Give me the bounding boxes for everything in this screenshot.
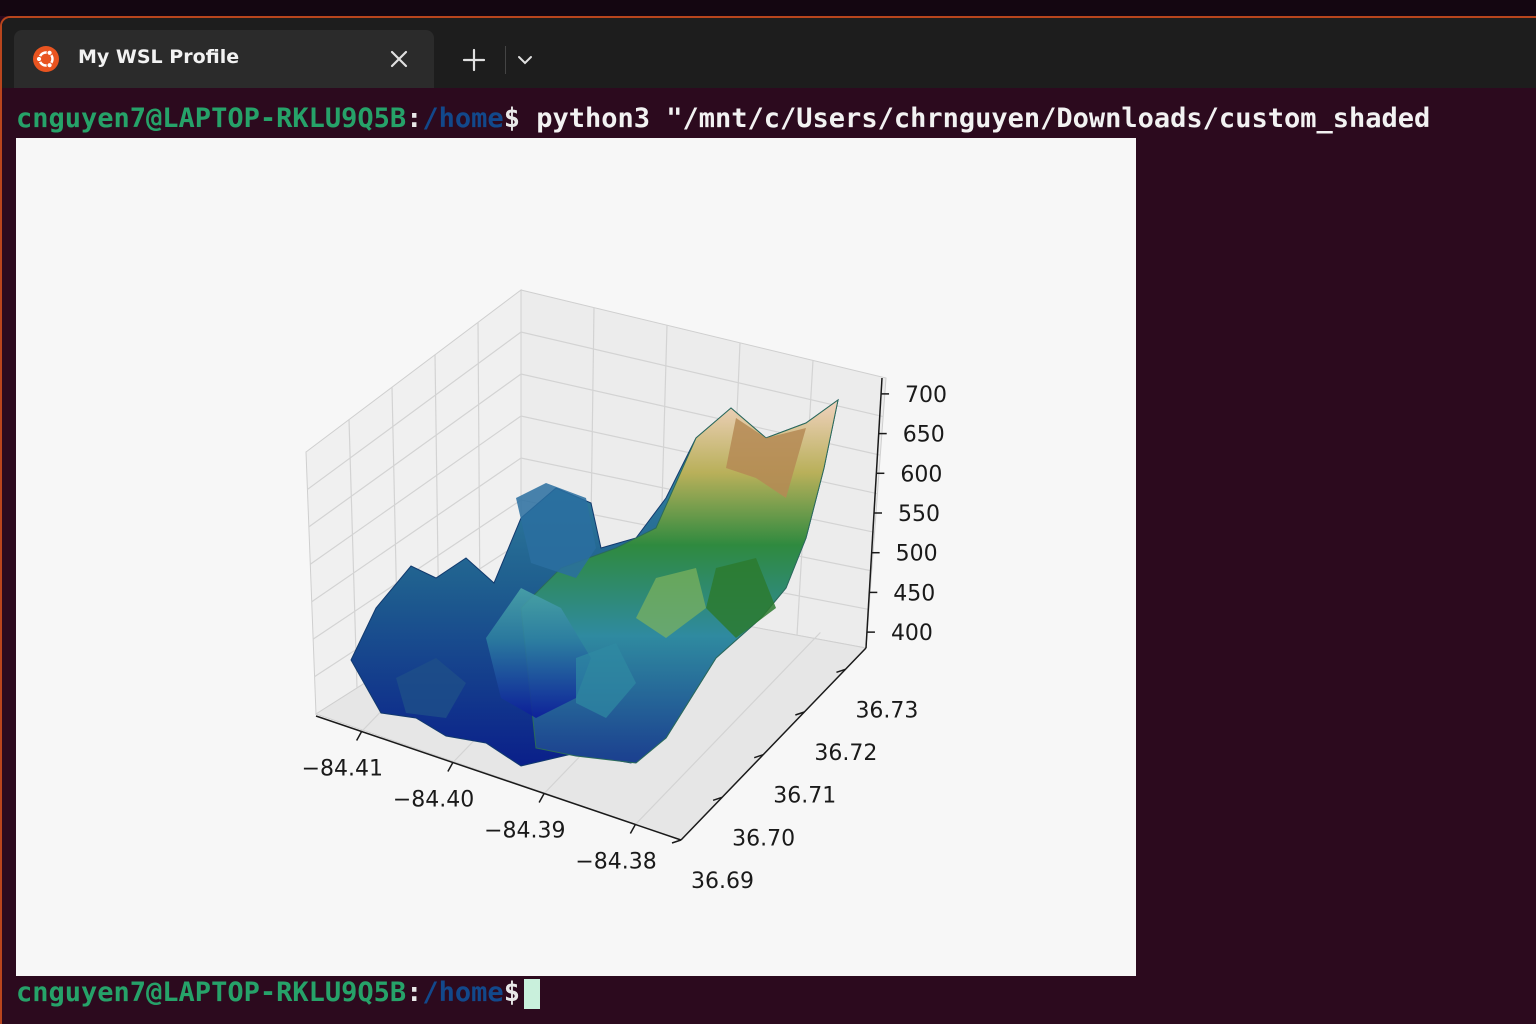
plus-icon[interactable] xyxy=(458,44,490,76)
z-tick-label: 700 xyxy=(905,383,947,408)
matplotlib-figure: 400 450 500 550 600 650 700 −84.41 −84.40 −84.39… xyxy=(16,138,1136,976)
prompt-dollar: $ xyxy=(503,103,520,134)
terminal-area[interactable]: cnguyen7@LAPTOP-RKLU9Q5B:/home$ python3 … xyxy=(2,88,1536,1024)
desktop-top-strip xyxy=(0,0,1536,16)
command-line-1: cnguyen7@LAPTOP-RKLU9Q5B:/home$ python3 … xyxy=(16,102,1430,136)
prompt-user-host: cnguyen7@LAPTOP-RKLU9Q5B xyxy=(16,103,407,134)
close-icon[interactable] xyxy=(384,44,414,74)
y-tick-label: 36.72 xyxy=(814,741,877,766)
tab-my-wsl-profile[interactable]: My WSL Profile xyxy=(14,30,434,88)
z-tick-label: 400 xyxy=(891,621,933,646)
x-tick-label: −84.40 xyxy=(393,788,474,813)
tab-title: My WSL Profile xyxy=(78,46,240,68)
tab-divider xyxy=(505,46,506,74)
y-tick-label: 36.73 xyxy=(855,698,918,723)
x-tick-mark xyxy=(355,731,363,741)
surface-plot: 400 450 500 550 600 650 700 −84.41 −84.40 −84.39… xyxy=(302,288,947,894)
x-tick-label: −84.38 xyxy=(575,850,656,875)
chevron-down-icon[interactable] xyxy=(512,46,538,74)
prompt-user-host: cnguyen7@LAPTOP-RKLU9Q5B xyxy=(16,977,407,1008)
ubuntu-icon xyxy=(33,46,59,72)
y-tick-label: 36.69 xyxy=(691,869,754,894)
x-tick-mark xyxy=(538,793,545,803)
prompt-dollar: $ xyxy=(503,977,520,1008)
prompt-path: /home xyxy=(422,977,504,1008)
x-tick-label: −84.41 xyxy=(302,757,383,782)
x-tick-mark xyxy=(447,762,454,772)
x-tick-label: −84.39 xyxy=(484,819,565,844)
y-tick-label: 36.71 xyxy=(773,784,836,809)
prompt-colon: : xyxy=(406,977,423,1008)
command-line-2: cnguyen7@LAPTOP-RKLU9Q5B:/home$ xyxy=(16,976,540,1010)
y-tick-label: 36.70 xyxy=(732,826,795,851)
z-tick-label: 500 xyxy=(896,542,938,567)
text-cursor xyxy=(523,978,540,1009)
z-tick-label: 650 xyxy=(903,423,945,448)
tab-bar: My WSL Profile xyxy=(2,18,1536,88)
terminal-window: My WSL Profile cnguyen7@LAPTOP-RKLU9Q5B:… xyxy=(0,16,1536,1024)
z-tick-label: 550 xyxy=(898,502,940,527)
prompt-path: /home xyxy=(422,103,504,134)
prompt-colon: : xyxy=(406,103,423,134)
z-tick-label: 450 xyxy=(893,581,935,606)
z-tick-label: 600 xyxy=(900,462,942,487)
y-tick-mark xyxy=(671,839,682,844)
command-text: python3 "/mnt/c/Users/chrnguyen/Download… xyxy=(519,103,1431,134)
x-tick-mark xyxy=(629,824,637,834)
